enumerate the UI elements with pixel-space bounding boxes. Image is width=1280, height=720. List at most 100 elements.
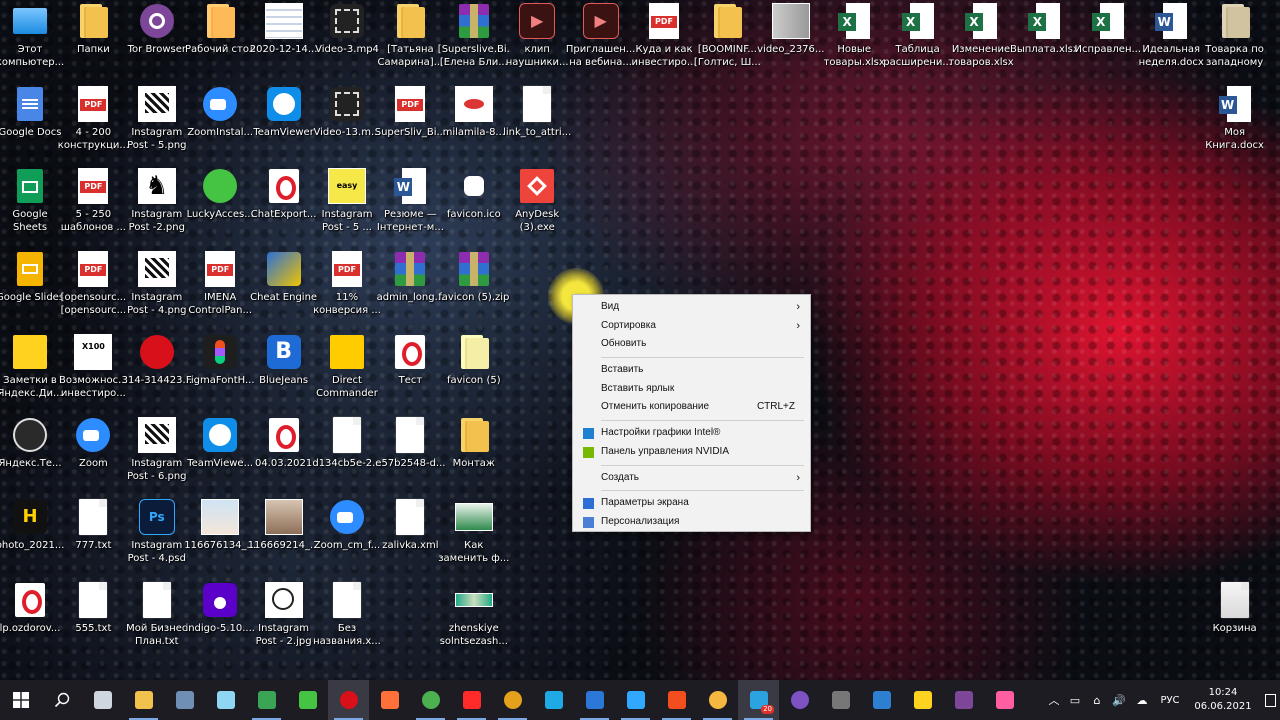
taskbar-telegram-button[interactable]: 20 (738, 680, 779, 720)
desktop-icon-admin-long[interactable]: admin_long... (374, 247, 446, 329)
desktop-icon-возможнос-инвестиро[interactable]: X100 Возможнос... инвестиро... (57, 330, 129, 412)
desktop-icon-tor-browser[interactable]: Tor Browser (121, 0, 193, 81)
desktop-icon-figmafonth[interactable]: FigmaFontH... (184, 330, 256, 412)
desktop-icon-anydesk-3-exe[interactable]: AnyDesk (3).exe (501, 164, 573, 246)
taskbar-screen-button[interactable] (861, 680, 902, 720)
menu-item-1[interactable]: Сортировка › (573, 317, 810, 336)
desktop-icon-резюме-нтернет-м[interactable]: W Резюме — Інтернет-м... (374, 164, 446, 246)
desktop-icon-indigo-5-10[interactable]: indigo-5.10.... (184, 578, 256, 660)
taskbar-viber-button[interactable] (779, 680, 820, 720)
desktop-icon-google-docs[interactable]: Google Docs (0, 82, 66, 164)
desktop-icon-zoom[interactable]: Zoom (57, 413, 129, 495)
search-button[interactable] (41, 680, 82, 720)
menu-item-8[interactable]: Создать › (573, 469, 810, 488)
start-button[interactable] (0, 680, 41, 720)
desktop-icon-superslive-bi-елена-бли[interactable]: [Superslive.Bi... [Елена Бли... (438, 0, 510, 81)
desktop-icon-116676134[interactable]: 116676134_... (184, 495, 256, 577)
menu-item-10[interactable]: Персонализация (573, 513, 810, 532)
battery-icon[interactable]: ▭ (1064, 694, 1086, 707)
menu-item-3[interactable]: Вставить (573, 361, 810, 380)
desktop-icon-монтаж[interactable]: Монтаж (438, 413, 510, 495)
desktop-icon-мой-бизнес-план-txt[interactable]: Мой Бизнес План.txt (121, 578, 193, 660)
menu-item-4[interactable]: Вставить ярлык (573, 380, 810, 399)
taskbar-clover-button[interactable] (287, 680, 328, 720)
desktop-icon-instagram-post-6-png[interactable]: Instagram Post - 6.png (121, 413, 193, 495)
taskbar-cheat-engine-button[interactable] (246, 680, 287, 720)
desktop-icon-заметки-в-яндекс-ди[interactable]: Заметки в Яндекс.Ди... (0, 330, 66, 412)
desktop-icon-татьяна-самарина[interactable]: [Татьяна Самарина]... (374, 0, 446, 81)
desktop-icon-photo-2021[interactable]: Hphoto_2021... (0, 495, 66, 577)
menu-item-6[interactable]: Настройки графики Intel® (573, 424, 810, 443)
desktop-icon-клип-наушники[interactable]: ▶ клип наушники... (501, 0, 573, 81)
desktop-icon-5-250-шаблонов[interactable]: PDF 5 - 250 шаблонов ... (57, 164, 129, 246)
desktop-icon-instagram-post-2-png[interactable]: ♞ Instagram Post -2.png (121, 164, 193, 246)
taskbar-network-app-button[interactable] (574, 680, 615, 720)
desktop-icon-zoominstal[interactable]: ZoomInstal... (184, 82, 256, 164)
taskbar-edge-button[interactable] (533, 680, 574, 720)
desktop-icon-d134cb5e-2[interactable]: d134cb5e-2... (311, 413, 383, 495)
taskbar-opera-button[interactable] (328, 680, 369, 720)
taskbar-world-of-tanks-button[interactable] (820, 680, 861, 720)
network-icon[interactable]: ⌂ (1086, 694, 1108, 707)
desktop-icon-314-314423[interactable]: 314-314423... (121, 330, 193, 412)
taskbar-photoshop-button[interactable] (615, 680, 656, 720)
desktop-icon-instagram-post-4-png[interactable]: Instagram Post - 4.png (121, 247, 193, 329)
desktop-icon-куда-и-как-инвестиро[interactable]: PDF Куда и как инвестиро... (628, 0, 700, 81)
desktop-icon-новые-товары-xlsx[interactable]: X Новые товары.xlsx (818, 0, 890, 81)
desktop-icon-4-200-конструкци[interactable]: PDF 4 - 200 конструкци... (57, 82, 129, 164)
desktop-icon-google-slides[interactable]: Google Slides (0, 247, 66, 329)
desktop-icon-video-2376[interactable]: video_2376... (755, 0, 827, 81)
taskbar-aperture-button[interactable] (697, 680, 738, 720)
taskbar-firefox-button[interactable] (369, 680, 410, 720)
desktop-icon-video-3-mp4[interactable]: Video-3.mp4 (311, 0, 383, 81)
desktop-icon-favicon-5[interactable]: favicon (5) (438, 330, 510, 412)
desktop-icon-777-txt[interactable]: 777.txt (57, 495, 129, 577)
desktop-icon-zalivka-xml[interactable]: zalivka.xml (374, 495, 446, 577)
desktop-icon-milamila-8[interactable]: milamila-8... (438, 82, 510, 164)
taskbar-opera-gx-button[interactable] (492, 680, 533, 720)
desktop-icon-video-13-m[interactable]: Video-13.m... (311, 82, 383, 164)
menu-item-0[interactable]: Вид › (573, 298, 810, 317)
desktop-icon-товарка-по-западному[interactable]: Товарка по западному (1199, 0, 1271, 81)
desktop-icon-без-названия-х[interactable]: Без названия.х... (311, 578, 383, 660)
desktop-icon-favicon-5-zip[interactable]: favicon (5).zip (438, 247, 510, 329)
taskbar-task-view-button[interactable] (82, 680, 123, 720)
onedrive-icon[interactable]: ☁ (1130, 694, 1154, 707)
desktop-icon-как-заменить-ф[interactable]: Как заменить ф... (438, 495, 510, 577)
desktop-icon-zoom-cm-f[interactable]: Zoom_cm_f... (311, 495, 383, 577)
taskbar-yandex-button[interactable] (451, 680, 492, 720)
desktop-icon-этот-компьютер[interactable]: Этот компьютер... (0, 0, 66, 81)
desktop-icon-instagram-post-2-jpg[interactable]: Instagram Post - 2.jpg (248, 578, 320, 660)
desktop-icon-instagram-post-4-psd[interactable]: Ps Instagram Post - 4.psd (121, 495, 193, 577)
desktop-icon-моя-книга-docx[interactable]: W Моя Книга.docx (1199, 82, 1271, 164)
desktop-icon-папки[interactable]: Папки (57, 0, 129, 81)
desktop-icon-приглашен-на-вебина[interactable]: ▶ Приглашен... на вебина... (565, 0, 637, 81)
desktop-icon-favicon-ico[interactable]: favicon.ico (438, 164, 510, 246)
desktop-icon-link-to-attri[interactable]: link_to_attri... (501, 82, 573, 164)
taskbar-colorful-app-button[interactable] (984, 680, 1025, 720)
desktop-icon-идеальная-неделя-docx[interactable]: W Идеальная неделя.docx (1135, 0, 1207, 81)
desktop-icon-рабочий-стол[interactable]: Рабочий стол (184, 0, 256, 81)
taskbar-figma-button[interactable] (656, 680, 697, 720)
desktop-icon-изменение-товаров-xlsx[interactable]: X Изменение товаров.xlsx (945, 0, 1017, 81)
desktop-icon-116669214[interactable]: 116669214_... (248, 495, 320, 577)
desktop-icon-11-конверсия[interactable]: PDF 11% конверсия ... (311, 247, 383, 329)
desktop-icon-direct-commander[interactable]: Direct Commander (311, 330, 383, 412)
desktop-icon-корзина[interactable]: Корзина (1199, 578, 1271, 660)
desktop-icon-яндекс-те[interactable]: Яндекс.Те... (0, 413, 66, 495)
desktop-icon-cheat-engine[interactable]: Cheat Engine (248, 247, 320, 329)
desktop-icon-04-03-2021[interactable]: 04.03.2021 (248, 413, 320, 495)
menu-item-5[interactable]: Отменить копирование CTRL+Z (573, 398, 810, 417)
desktop-icon-выплата-xlsx[interactable]: X Выплата.xlsx (1008, 0, 1080, 81)
desktop-icon-zhenskiye-solntsezash[interactable]: zhenskiye solntsezash... (438, 578, 510, 660)
taskbar-chrome-button[interactable] (410, 680, 451, 720)
desktop-icon-teamviewe[interactable]: TeamViewe... (184, 413, 256, 495)
desktop-icon-2020-12-14[interactable]: 2020-12-14... (248, 0, 320, 81)
desktop-icon-instagram-post-5-png[interactable]: Instagram Post - 5.png (121, 82, 193, 164)
chevron-up-icon[interactable]: ︿ (1044, 692, 1064, 708)
desktop-icon-тест[interactable]: Тест (374, 330, 446, 412)
desktop-icon-e57b2548-d[interactable]: e57b2548-d... (374, 413, 446, 495)
desktop-icon-555-txt[interactable]: 555.txt (57, 578, 129, 660)
desktop-icon-chatexport[interactable]: ChatExport... (248, 164, 320, 246)
desktop-icon-исправлен[interactable]: X Исправлен... (1072, 0, 1144, 81)
